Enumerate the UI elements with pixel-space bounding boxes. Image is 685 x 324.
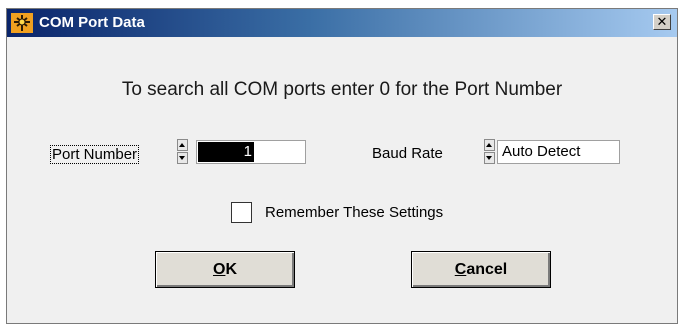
baud-spin-up-icon[interactable] — [484, 139, 495, 151]
title-bar[interactable]: COM Port Data ✕ — [7, 9, 677, 37]
port-number-value: 1 — [198, 142, 254, 162]
remember-settings-checkbox[interactable] — [231, 202, 252, 223]
instruction-text: To search all COM ports enter 0 for the … — [121, 79, 563, 100]
cancel-mnemonic: C — [454, 261, 467, 278]
com-port-dialog: COM Port Data ✕ To search all COM ports … — [6, 8, 678, 324]
close-button[interactable]: ✕ — [653, 14, 671, 30]
antenna-icon — [11, 13, 33, 33]
baud-rate-spinner[interactable] — [484, 139, 495, 165]
ok-label: K — [225, 261, 237, 278]
cancel-label: ancel — [466, 261, 508, 278]
baud-rate-label: Baud Rate — [372, 145, 443, 162]
port-spin-up-icon[interactable] — [177, 139, 188, 151]
ok-button[interactable]: OK — [155, 251, 295, 288]
port-spin-down-icon[interactable] — [177, 152, 188, 164]
cancel-button[interactable]: Cancel — [411, 251, 551, 288]
baud-spin-down-icon[interactable] — [484, 152, 495, 164]
baud-rate-input[interactable]: Auto Detect — [497, 140, 620, 164]
ok-mnemonic: O — [212, 261, 226, 278]
port-number-spinner[interactable] — [177, 139, 188, 165]
window-title: COM Port Data — [39, 14, 145, 31]
remember-settings-label[interactable]: Remember These Settings — [265, 204, 443, 221]
port-number-input[interactable]: 1 — [196, 140, 306, 164]
port-number-label: Port Number — [50, 145, 140, 164]
close-icon: ✕ — [656, 14, 668, 29]
